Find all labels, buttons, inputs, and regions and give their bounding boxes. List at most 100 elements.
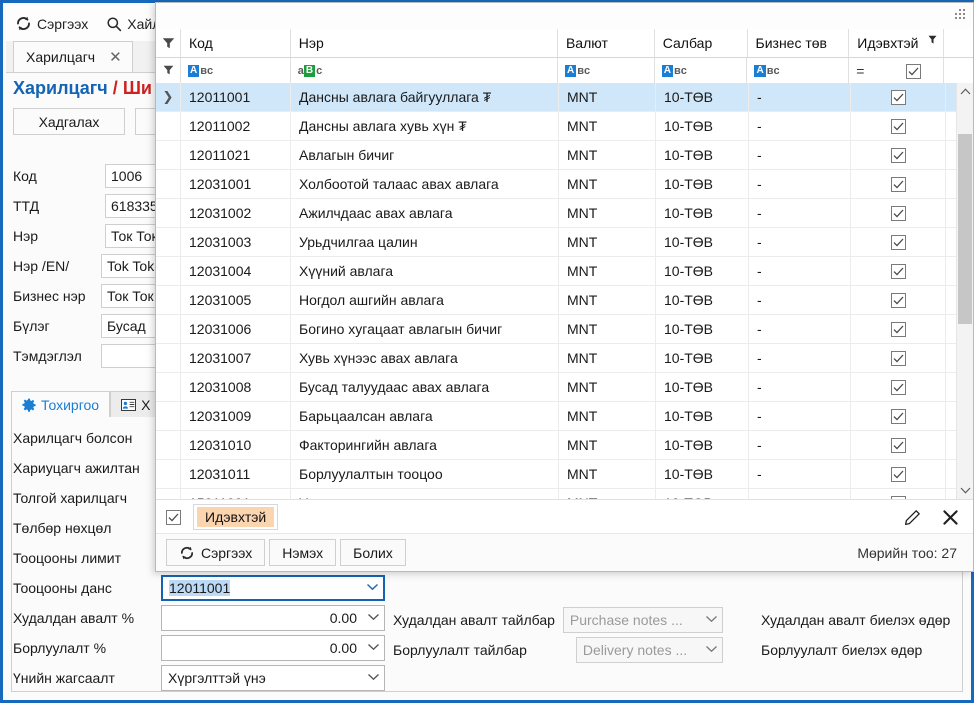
- cell-active[interactable]: [851, 286, 946, 314]
- column-header-code[interactable]: Код: [181, 29, 291, 57]
- column-header-active[interactable]: Идэвхтэй: [849, 29, 945, 57]
- table-row[interactable]: 12031003 Урьдчилгаа цалин MNT 10-ТӨВ -: [156, 228, 973, 257]
- table-row[interactable]: ❯ 12011001 Дансны авлага байгууллага ₮ M…: [156, 83, 973, 112]
- table-row[interactable]: 15011001 Урьдчилж төлсөн тооцоо MNT 10-Т…: [156, 489, 973, 499]
- filter-icon[interactable]: [928, 32, 937, 48]
- active-checkbox[interactable]: [890, 234, 906, 250]
- sales-percent-spinner[interactable]: 0.00: [161, 635, 385, 661]
- cell-active[interactable]: [851, 257, 946, 285]
- active-checkbox[interactable]: [890, 118, 906, 134]
- chevron-down-icon[interactable]: [701, 614, 718, 626]
- settlement-account-combobox[interactable]: 12011001: [161, 575, 385, 601]
- resize-grip-icon[interactable]: [955, 9, 967, 21]
- table-row[interactable]: 12031007 Хувь хүнээс авах авлага MNT 10-…: [156, 344, 973, 373]
- active-filter-checkbox[interactable]: [166, 509, 181, 525]
- filter-cell-code[interactable]: Aвc: [181, 58, 291, 84]
- tab-kharilcagch[interactable]: Харилцагч ✕: [13, 41, 133, 72]
- table-row[interactable]: 12011002 Дансны авлага хувь хүн ₮ MNT 10…: [156, 112, 973, 141]
- table-row[interactable]: 12031009 Барьцаалсан авлага MNT 10-ТӨВ -: [156, 402, 973, 431]
- scroll-down-icon[interactable]: [957, 482, 973, 499]
- filter-mode-contains-icon[interactable]: aBc: [298, 65, 322, 77]
- cell-active[interactable]: [851, 199, 946, 227]
- cell-currency: MNT: [559, 170, 656, 198]
- table-row[interactable]: 12031004 Хүүний авлага MNT 10-ТӨВ -: [156, 257, 973, 286]
- sales-notes-combobox[interactable]: Delivery notes ...: [575, 637, 723, 663]
- column-header-business-center[interactable]: Бизнес төв: [748, 29, 850, 57]
- active-checkbox[interactable]: [890, 263, 906, 279]
- cell-active[interactable]: [851, 373, 946, 401]
- chevron-down-icon[interactable]: [363, 642, 380, 654]
- table-row[interactable]: 12031005 Ногдол ашгийн авлага MNT 10-ТӨВ…: [156, 286, 973, 315]
- column-header-branch[interactable]: Салбар: [655, 29, 748, 57]
- scrollbar-thumb[interactable]: [958, 134, 972, 324]
- dialog-refresh-button[interactable]: Сэргээх: [166, 539, 266, 566]
- filter-active-checkbox[interactable]: [906, 63, 922, 79]
- cell-active[interactable]: [851, 460, 946, 488]
- grid-filter-toggle[interactable]: [156, 29, 181, 57]
- field-label: Код: [13, 168, 37, 184]
- table-row[interactable]: 12031010 Факторингийн авлага MNT 10-ТӨВ …: [156, 431, 973, 460]
- dialog-add-button[interactable]: Нэмэх: [269, 539, 337, 566]
- cell-active[interactable]: [851, 112, 946, 140]
- cell-currency: MNT: [559, 431, 656, 459]
- chevron-down-icon[interactable]: [701, 644, 718, 656]
- table-row[interactable]: 12031001 Холбоотой талаас авах авлага MN…: [156, 170, 973, 199]
- column-header-currency[interactable]: Валют: [558, 29, 655, 57]
- cell-active[interactable]: [851, 402, 946, 430]
- filter-cell-active[interactable]: =: [849, 58, 945, 84]
- active-checkbox[interactable]: [890, 147, 906, 163]
- filter-cell-branch[interactable]: Aвc: [655, 58, 748, 84]
- filter-mode-startswith-icon[interactable]: Aвc: [754, 65, 780, 77]
- dialog-cancel-button[interactable]: Болих: [340, 539, 406, 566]
- column-header-name[interactable]: Нэр: [291, 29, 558, 57]
- filter-mode-startswith-icon[interactable]: Aвc: [564, 65, 590, 77]
- active-checkbox[interactable]: [890, 408, 906, 424]
- cell-active[interactable]: [851, 431, 946, 459]
- cell-active[interactable]: [851, 489, 946, 499]
- active-checkbox[interactable]: [890, 350, 906, 366]
- filter-cell-name[interactable]: aBc: [291, 58, 558, 84]
- cell-active[interactable]: [851, 83, 946, 111]
- active-tag-box[interactable]: Идэвхтэй: [193, 504, 279, 530]
- scroll-up-icon[interactable]: [957, 83, 973, 100]
- tab-contact[interactable]: Х: [110, 391, 162, 418]
- active-checkbox[interactable]: [890, 379, 906, 395]
- toolbar-refresh-button[interactable]: Сэргээх: [6, 9, 97, 39]
- table-row[interactable]: 12031008 Бусад талуудаас авах авлага MNT…: [156, 373, 973, 402]
- active-checkbox[interactable]: [890, 321, 906, 337]
- close-icon[interactable]: [937, 505, 963, 529]
- active-checkbox[interactable]: [890, 437, 906, 453]
- save-button[interactable]: Хадгалах: [13, 108, 125, 135]
- active-checkbox[interactable]: [890, 205, 906, 221]
- table-row[interactable]: 12031011 Борлуулалтын тооцоо MNT 10-ТӨВ …: [156, 460, 973, 489]
- cell-active[interactable]: [851, 344, 946, 372]
- purchase-percent-spinner[interactable]: 0.00: [161, 605, 385, 631]
- purchase-notes-combobox[interactable]: Purchase notes ...: [562, 607, 723, 633]
- filter-mode-startswith-icon[interactable]: Aвc: [188, 65, 213, 77]
- table-row[interactable]: 12031002 Ажилчдаас авах авлага MNT 10-ТӨ…: [156, 199, 973, 228]
- cell-active[interactable]: [851, 228, 946, 256]
- active-checkbox[interactable]: [890, 176, 906, 192]
- cell-currency: MNT: [559, 199, 656, 227]
- chevron-down-icon[interactable]: [362, 582, 379, 594]
- grid-vertical-scrollbar[interactable]: [956, 83, 973, 499]
- cell-active[interactable]: [851, 170, 946, 198]
- active-checkbox[interactable]: [890, 466, 906, 482]
- cell-active[interactable]: [851, 315, 946, 343]
- active-checkbox[interactable]: [890, 89, 906, 105]
- table-row[interactable]: 12011021 Авлагын бичиг MNT 10-ТӨВ -: [156, 141, 973, 170]
- table-row[interactable]: 12031006 Богино хугацаат авлагын бичиг M…: [156, 315, 973, 344]
- active-checkbox[interactable]: [890, 292, 906, 308]
- filter-cell-currency[interactable]: Aвc: [558, 58, 655, 84]
- chevron-down-icon[interactable]: [363, 612, 380, 624]
- cell-active[interactable]: [851, 141, 946, 169]
- pencil-icon[interactable]: [899, 505, 925, 529]
- filter-mode-startswith-icon[interactable]: Aвc: [661, 65, 687, 77]
- filter-row-icon[interactable]: [156, 58, 181, 84]
- price-list-combobox[interactable]: Хүргэлттэй үнэ: [161, 665, 385, 691]
- chevron-down-icon[interactable]: [363, 672, 380, 684]
- tab-tohirgoo[interactable]: Тохиргоо: [11, 391, 111, 418]
- close-icon[interactable]: ✕: [109, 50, 122, 65]
- filter-cell-business-center[interactable]: Aвc: [747, 58, 850, 84]
- toolbar-refresh-label: Сэргээх: [37, 15, 89, 32]
